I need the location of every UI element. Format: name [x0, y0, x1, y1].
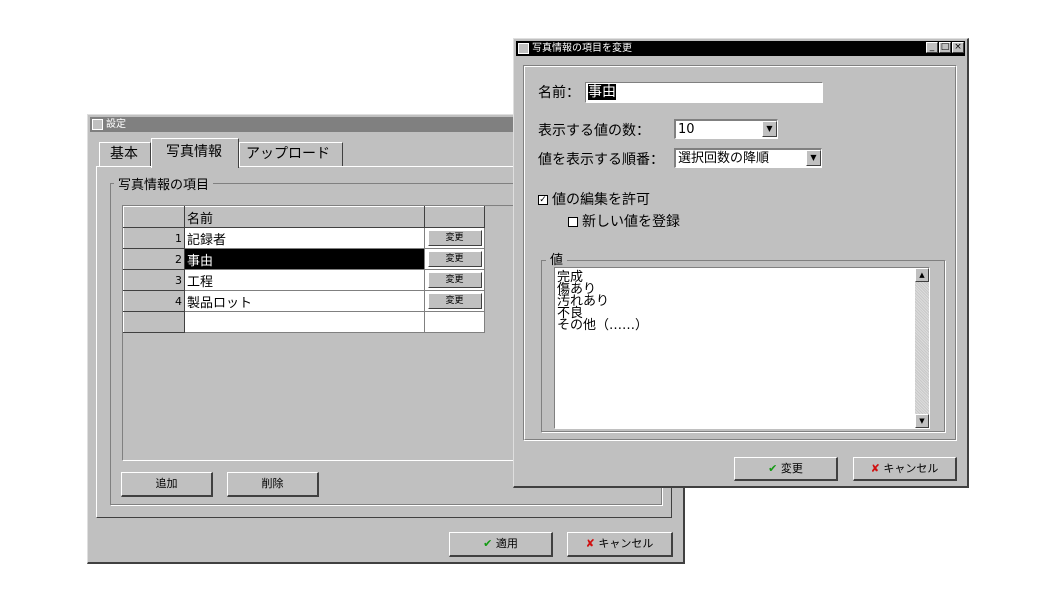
tab-upload[interactable]: アップロード	[239, 142, 343, 166]
grid-corner	[123, 206, 185, 228]
register-new-label: 新しい値を登録	[582, 214, 680, 230]
name-label: 名前：	[538, 85, 580, 101]
allow-edit-checkbox[interactable]: ✓ 値の編集を許可	[538, 189, 650, 209]
grid-header-name: 名前	[184, 206, 425, 228]
dialog-cancel-label: キャンセル	[883, 462, 939, 475]
items-grid: 名前 1 記録者 変更 2 事由 変更 3 工程 変更 4 製品ロット 変更	[123, 206, 485, 333]
settings-title: 設定	[106, 119, 126, 130]
cancel-cross-icon: ✘	[585, 537, 595, 550]
chevron-down-icon[interactable]: ▼	[762, 121, 777, 137]
settings-cancel-label: キャンセル	[598, 537, 654, 550]
table-row[interactable]: 1 記録者 変更	[123, 227, 485, 249]
minimize-icon[interactable]: _	[926, 42, 938, 53]
row-change-button[interactable]: 変更	[427, 251, 482, 267]
delete-button-label: 削除	[261, 477, 284, 490]
count-select[interactable]: 10 ▼	[674, 119, 778, 139]
change-button-label: 変更	[780, 462, 803, 475]
edit-dialog-titlebar[interactable]: 写真情報の項目を変更 _ □ ×	[516, 41, 965, 56]
row-name[interactable]: 工程	[184, 269, 425, 291]
edit-dialog-title: 写真情報の項目を変更	[532, 43, 632, 54]
apply-button-label: 適用	[495, 537, 518, 550]
name-field[interactable]: 事由	[585, 82, 823, 103]
system-menu-icon[interactable]	[92, 119, 103, 130]
chevron-down-icon[interactable]: ▼	[806, 150, 821, 166]
apply-button[interactable]: ✔ 適用	[449, 532, 553, 557]
dialog-cancel-button[interactable]: ✘ キャンセル	[853, 457, 957, 481]
row-number: 4	[123, 290, 185, 312]
row-name[interactable]: 製品ロット	[184, 290, 425, 312]
row-action-empty	[424, 311, 485, 333]
values-textarea[interactable]: 完成 傷あり 汚れあり 不良 その他（……） ▲ ▼	[554, 267, 930, 429]
tab-photo-info[interactable]: 写真情報	[151, 138, 239, 168]
tab-basic[interactable]: 基本	[99, 142, 151, 166]
table-row-empty[interactable]	[123, 311, 485, 333]
count-label: 表示する値の数：	[538, 123, 650, 139]
order-select-value: 選択回数の降順	[678, 151, 770, 166]
row-change-button[interactable]: 変更	[427, 230, 482, 246]
name-field-value: 事由	[588, 84, 616, 100]
allow-edit-check-icon: ✓	[538, 195, 548, 205]
add-button[interactable]: 追加	[121, 472, 213, 497]
row-name[interactable]: 記録者	[184, 227, 425, 249]
tab-upload-label: アップロード	[246, 146, 330, 162]
cancel-cross-icon: ✘	[870, 462, 880, 475]
delete-button[interactable]: 削除	[227, 472, 319, 497]
values-group-label: 値	[546, 249, 568, 268]
order-label: 値を表示する順番：	[538, 152, 664, 168]
scroll-down-button[interactable]: ▼	[915, 414, 929, 428]
check-icon: ✔	[768, 462, 778, 475]
order-select[interactable]: 選択回数の降順 ▼	[674, 148, 822, 168]
tab-basic-label: 基本	[110, 146, 138, 162]
system-menu-icon[interactable]	[518, 43, 529, 54]
row-number: 1	[123, 227, 185, 249]
table-row[interactable]: 4 製品ロット 変更	[123, 290, 485, 312]
row-name[interactable]	[184, 311, 425, 333]
close-icon[interactable]: ×	[952, 42, 964, 53]
register-new-check-icon	[568, 217, 578, 227]
row-name[interactable]: 事由	[184, 248, 425, 270]
maximize-icon[interactable]: □	[939, 42, 951, 53]
row-number	[123, 311, 185, 333]
table-row[interactable]: 2 事由 変更	[123, 248, 485, 270]
value-line: 完成	[557, 270, 584, 285]
count-select-value: 10	[678, 122, 695, 137]
row-number: 3	[123, 269, 185, 291]
settings-cancel-button[interactable]: ✘ キャンセル	[567, 532, 673, 557]
grid-header-action	[424, 206, 485, 228]
edit-dialog: 写真情報の項目を変更 _ □ × 名前： 事由 表示する値の数： 10 ▼ 値を…	[513, 38, 969, 488]
value-line: 汚れあり	[557, 294, 610, 309]
value-line: その他（……）	[557, 318, 649, 333]
value-line: 傷あり	[557, 282, 597, 297]
row-number: 2	[123, 248, 185, 270]
change-button[interactable]: ✔ 変更	[734, 457, 838, 481]
register-new-checkbox[interactable]: 新しい値を登録	[568, 211, 680, 231]
table-row[interactable]: 3 工程 変更	[123, 269, 485, 291]
check-icon: ✔	[483, 537, 493, 550]
row-change-button[interactable]: 変更	[427, 272, 482, 288]
photo-info-group-label: 写真情報の項目	[114, 174, 214, 193]
row-change-button[interactable]: 変更	[427, 293, 482, 309]
add-button-label: 追加	[155, 477, 178, 490]
tab-photo-info-label: 写真情報	[166, 144, 222, 160]
allow-edit-label: 値の編集を許可	[552, 192, 650, 208]
scrollbar[interactable]: ▲ ▼	[915, 268, 929, 428]
scroll-up-button[interactable]: ▲	[915, 268, 929, 282]
